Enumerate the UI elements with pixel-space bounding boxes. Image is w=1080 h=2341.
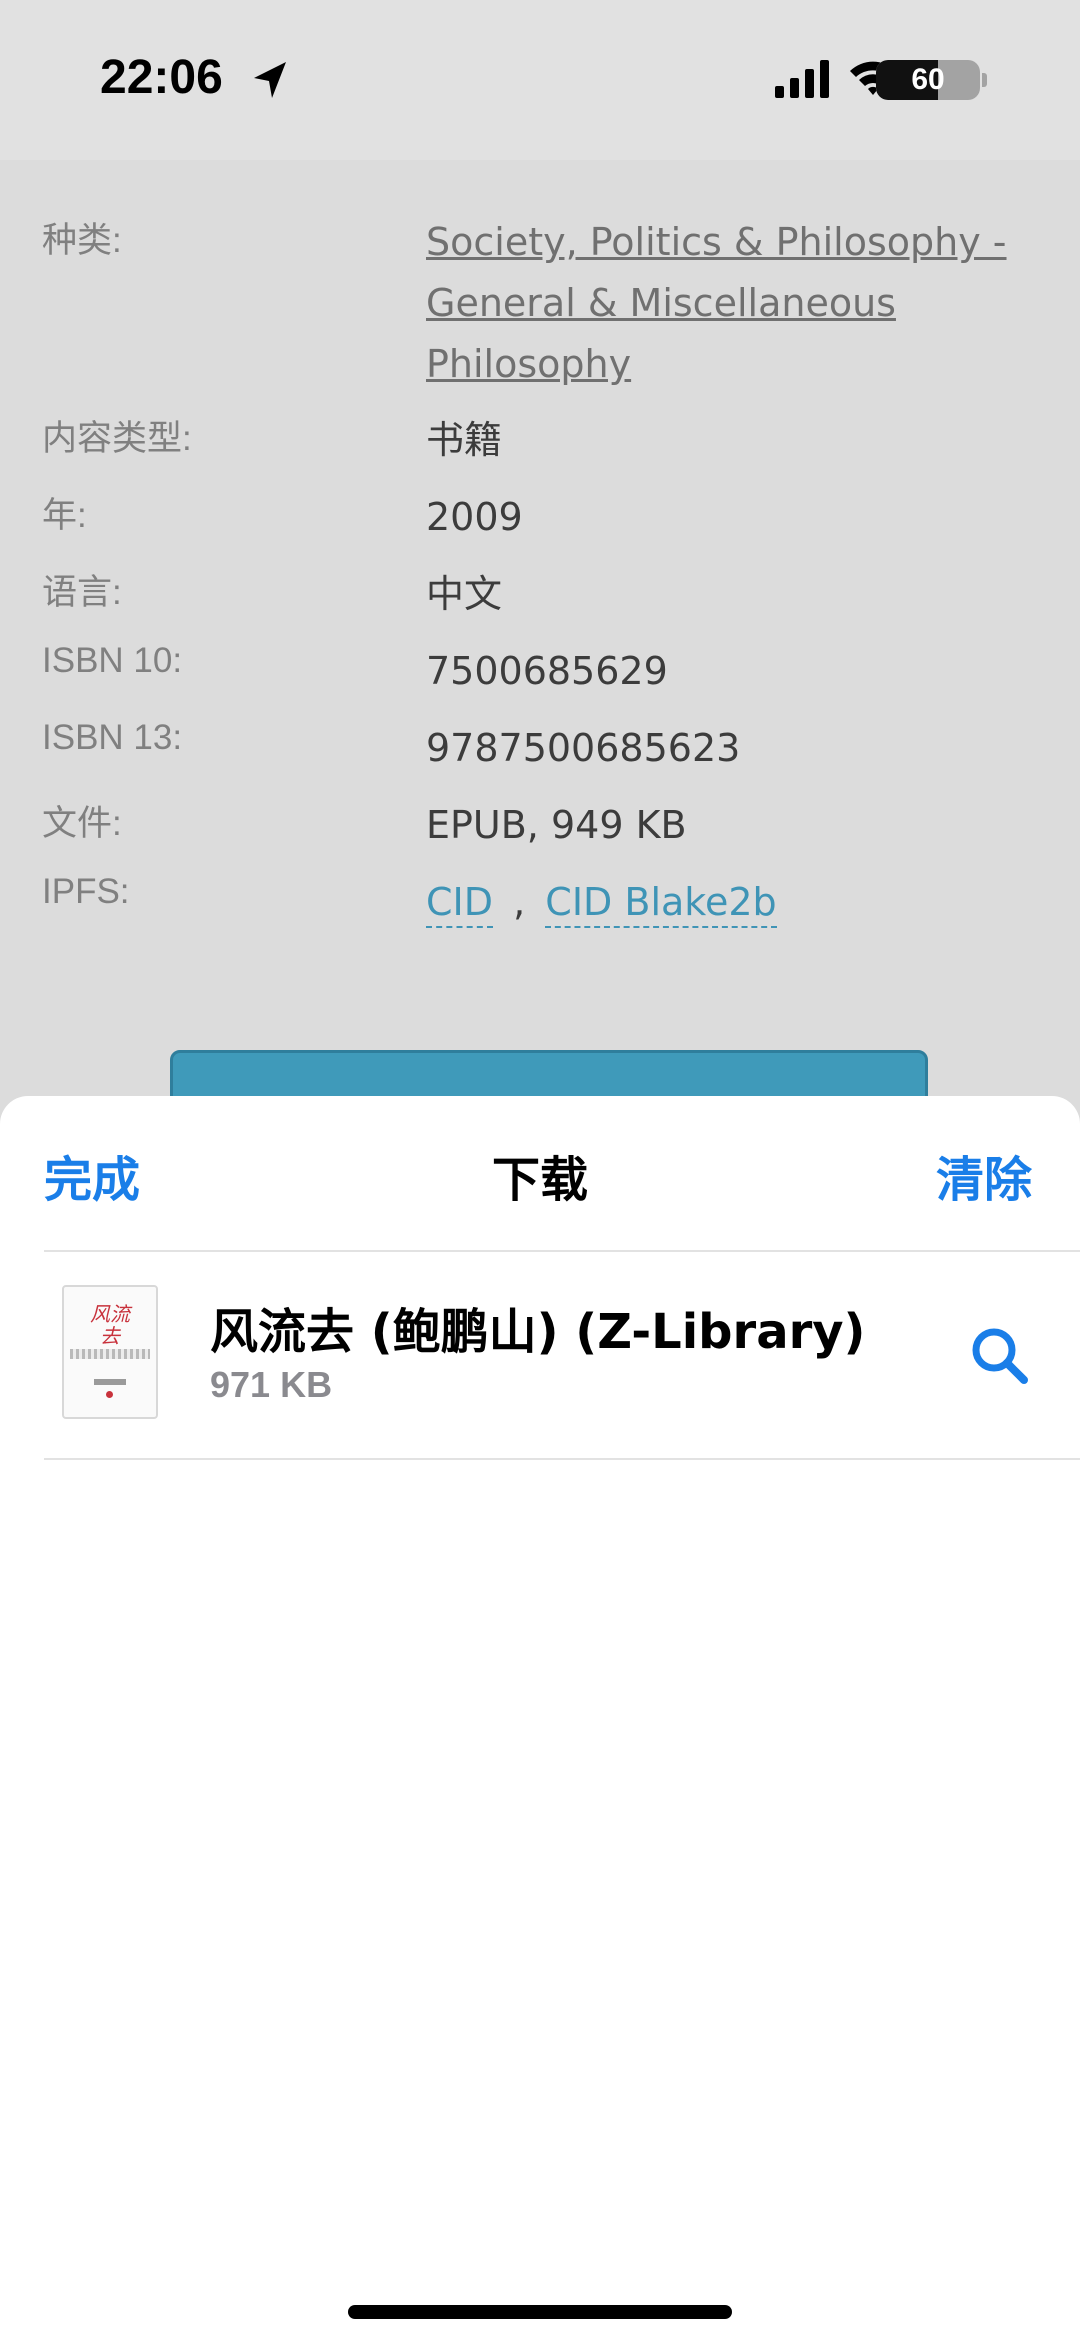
detail-key: 种类: — [42, 221, 122, 260]
sheet-title: 下载 — [491, 1152, 588, 1208]
category-link[interactable]: Society, Politics & Philosophy - General… — [426, 212, 1046, 395]
ipfs-links: CID , CID Blake2b — [426, 872, 1046, 933]
signal-icon — [775, 60, 829, 98]
battery-level: 60 — [911, 63, 945, 96]
detail-key: 年: — [42, 496, 87, 535]
clear-button[interactable]: 清除 — [936, 1140, 1032, 1210]
thumbnail-title: 风流去 — [90, 1302, 130, 1348]
detail-key: IPFS: — [42, 872, 130, 911]
detail-value: 书籍 — [426, 418, 503, 462]
status-bar: 22:06 60 — [0, 0, 1080, 160]
home-indicator[interactable] — [348, 2305, 732, 2319]
thumbnail-decoration — [70, 1349, 150, 1359]
detail-value: 7500685629 — [426, 649, 668, 693]
download-item[interactable]: 风流去 风流去 (鲍鹏山) (Z-Library) 971 KB — [0, 1252, 1080, 1458]
detail-key: 内容类型: — [42, 419, 192, 458]
battery-cap — [982, 73, 987, 87]
done-button[interactable]: 完成 — [44, 1140, 140, 1210]
thumbnail-author-line — [94, 1379, 126, 1385]
magnifying-glass-icon[interactable] — [968, 1324, 1032, 1388]
book-cover-thumbnail: 风流去 — [62, 1285, 158, 1419]
battery-icon: 60 — [876, 60, 987, 100]
status-time: 22:06 — [100, 51, 223, 104]
battery-body: 60 — [876, 60, 980, 100]
detail-key: ISBN 10: — [42, 641, 183, 680]
ipfs-separator: , — [513, 880, 526, 924]
detail-key: 文件: — [42, 804, 122, 843]
detail-value: EPUB, 949 KB — [426, 803, 687, 847]
location-arrow-icon — [254, 62, 286, 98]
download-file-size: 971 KB — [210, 1364, 333, 1405]
detail-value: 2009 — [426, 495, 523, 539]
screen: 22:06 60 种类: Society, Politics & Philoso… — [0, 0, 1080, 2341]
download-file-name: 风流去 (鲍鹏山) (Z-Library) — [210, 1304, 866, 1360]
thumbnail-seal — [106, 1391, 113, 1398]
background-page: 22:06 60 种类: Society, Politics & Philoso… — [0, 0, 1080, 1166]
detail-value: 中文 — [426, 572, 503, 616]
ipfs-cid-blake2b-link[interactable]: CID Blake2b — [545, 880, 777, 928]
divider — [44, 1458, 1080, 1460]
detail-key: ISBN 13: — [42, 718, 183, 757]
ipfs-cid-link[interactable]: CID — [426, 880, 494, 928]
detail-value: 9787500685623 — [426, 726, 741, 770]
downloads-sheet: 下载 完成 清除 风流去 风流去 (鲍鹏山) (Z-Library) 971 K… — [0, 1096, 1080, 2341]
detail-key: 语言: — [42, 573, 122, 612]
